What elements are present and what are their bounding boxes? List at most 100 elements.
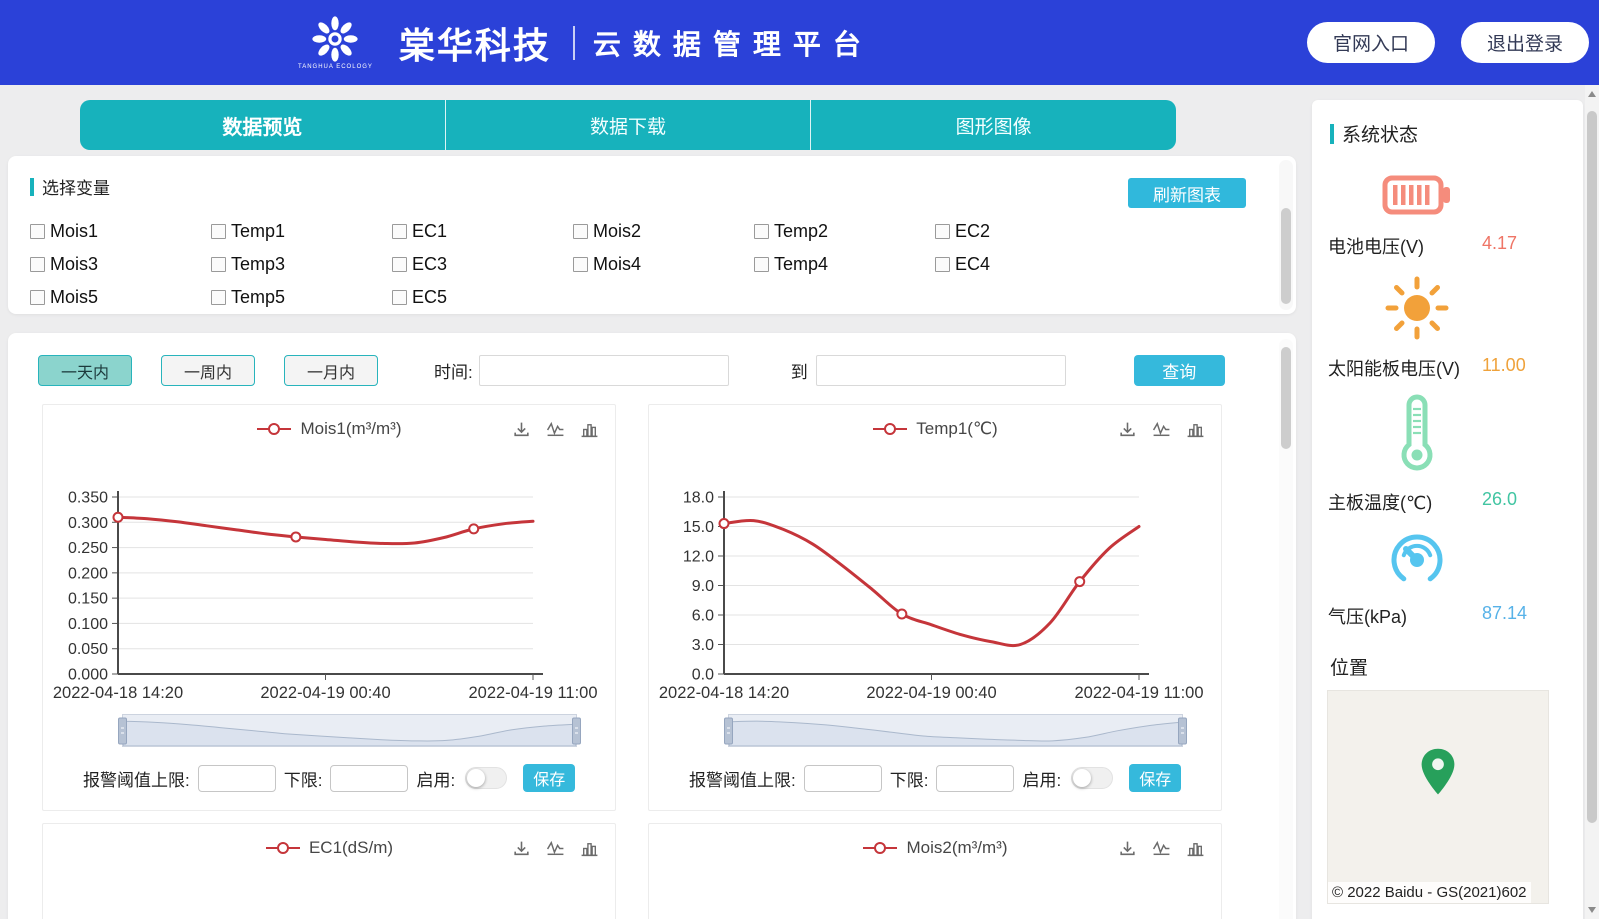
alarm-enable-label: 启用: — [416, 766, 455, 791]
save-image-icon[interactable] — [1118, 839, 1137, 858]
save-button[interactable]: 保存 — [523, 764, 575, 792]
save-image-icon[interactable] — [512, 420, 531, 439]
variable-checkbox-ec4[interactable]: EC4 — [935, 248, 1116, 281]
chart-legend[interactable] — [872, 422, 908, 436]
alarm-upper-input[interactable] — [198, 765, 276, 792]
checkbox-input-temp4[interactable] — [754, 257, 769, 272]
svg-text:2022-04-19 00:40: 2022-04-19 00:40 — [866, 684, 996, 702]
variable-label-ec3: EC3 — [412, 254, 447, 275]
gauge-icon-wrap — [1312, 527, 1522, 589]
chart-title: Mois1(m³/m³) — [300, 419, 401, 439]
chart-legend[interactable] — [265, 841, 301, 855]
svg-text:0.050: 0.050 — [68, 641, 108, 658]
variable-checkbox-ec3[interactable]: EC3 — [392, 248, 573, 281]
bar-chart-icon[interactable] — [1186, 420, 1205, 439]
chart-legend[interactable] — [862, 841, 898, 855]
slider-handle-right[interactable] — [572, 717, 581, 744]
range-button-1[interactable]: 一天内 — [38, 355, 132, 386]
checkbox-input-ec5[interactable] — [392, 290, 407, 305]
slider-handle-left[interactable] — [118, 717, 127, 744]
checkbox-input-temp1[interactable] — [211, 224, 226, 239]
variable-checkbox-mois5[interactable]: Mois5 — [30, 281, 211, 314]
tab-3[interactable]: 图形图像 — [810, 100, 1176, 150]
official-site-button[interactable]: 官网入口 — [1307, 22, 1435, 63]
query-button[interactable]: 查询 — [1134, 355, 1225, 386]
variable-label-mois2: Mois2 — [593, 221, 641, 242]
datazoom-slider[interactable] — [122, 714, 577, 747]
variable-checkbox-temp3[interactable]: Temp3 — [211, 248, 392, 281]
checkbox-input-mois3[interactable] — [30, 257, 45, 272]
checkbox-input-ec2[interactable] — [935, 224, 950, 239]
time-to-input[interactable] — [816, 355, 1066, 386]
scroll-down-arrow-icon[interactable] — [1588, 907, 1596, 913]
checkbox-input-mois1[interactable] — [30, 224, 45, 239]
variable-label-ec2: EC2 — [955, 221, 990, 242]
variable-checkbox-temp2[interactable]: Temp2 — [754, 215, 935, 248]
variable-label-temp1: Temp1 — [231, 221, 285, 242]
variable-checkbox-temp4[interactable]: Temp4 — [754, 248, 935, 281]
enable-toggle[interactable] — [1071, 767, 1113, 789]
variable-checkbox-mois2[interactable]: Mois2 — [573, 215, 754, 248]
battery-voltage-value: 4.17 — [1482, 233, 1517, 254]
variable-checkbox-temp1[interactable]: Temp1 — [211, 215, 392, 248]
save-image-icon[interactable] — [1118, 420, 1137, 439]
line-chart-icon[interactable] — [1152, 420, 1171, 439]
scroll-up-arrow-icon[interactable] — [1588, 91, 1596, 97]
checkbox-input-mois4[interactable] — [573, 257, 588, 272]
save-image-icon[interactable] — [512, 839, 531, 858]
charts-panel-scrollbar[interactable] — [1279, 339, 1293, 919]
page-scrollbar-thumb[interactable] — [1587, 111, 1597, 823]
variable-checkbox-mois1[interactable]: Mois1 — [30, 215, 211, 248]
variable-checkbox-ec1[interactable]: EC1 — [392, 215, 573, 248]
thermometer-icon-wrap — [1312, 393, 1522, 475]
slider-handle-left[interactable] — [724, 717, 733, 744]
datazoom-slider[interactable] — [728, 714, 1183, 747]
checkbox-input-temp5[interactable] — [211, 290, 226, 305]
chart-title: Temp1(℃) — [916, 419, 997, 439]
location-map[interactable]: © 2022 Baidu - GS(2021)602 — [1327, 690, 1549, 904]
variable-panel-scrollbar-thumb[interactable] — [1281, 208, 1291, 304]
range-button-2[interactable]: 一周内 — [161, 355, 255, 386]
tab-2[interactable]: 数据下载 — [445, 100, 811, 150]
variable-checkbox-temp5[interactable]: Temp5 — [211, 281, 392, 314]
checkbox-input-ec4[interactable] — [935, 257, 950, 272]
save-button[interactable]: 保存 — [1129, 764, 1181, 792]
logout-button[interactable]: 退出登录 — [1461, 22, 1589, 63]
chart-card-2: Temp1(℃)18.015.012.09.06.03.00.02022-04-… — [648, 404, 1222, 811]
variable-label-mois1: Mois1 — [50, 221, 98, 242]
enable-toggle[interactable] — [465, 767, 507, 789]
map-attribution: © 2022 Baidu - GS(2021)602 — [1328, 882, 1531, 903]
line-chart-icon[interactable] — [546, 420, 565, 439]
alarm-upper-input[interactable] — [804, 765, 882, 792]
charts-panel-scrollbar-thumb[interactable] — [1281, 347, 1291, 449]
range-button-3[interactable]: 一月内 — [284, 355, 378, 386]
line-chart-icon[interactable] — [546, 839, 565, 858]
slider-handle-right[interactable] — [1178, 717, 1187, 744]
bar-chart-icon[interactable] — [1186, 839, 1205, 858]
bar-chart-icon[interactable] — [580, 839, 599, 858]
svg-text:2022-04-19 11:00: 2022-04-19 11:00 — [1074, 684, 1203, 702]
checkbox-input-temp2[interactable] — [754, 224, 769, 239]
checkbox-input-ec1[interactable] — [392, 224, 407, 239]
variable-checkbox-ec5[interactable]: EC5 — [392, 281, 573, 314]
checkbox-input-temp3[interactable] — [211, 257, 226, 272]
time-from-label: 时间: — [434, 358, 473, 383]
alarm-lower-input[interactable] — [936, 765, 1014, 792]
alarm-lower-input[interactable] — [330, 765, 408, 792]
time-from-input[interactable] — [479, 355, 729, 386]
variable-panel-scrollbar[interactable] — [1279, 160, 1293, 310]
bar-chart-icon[interactable] — [580, 420, 599, 439]
checkbox-input-mois5[interactable] — [30, 290, 45, 305]
chart-legend[interactable] — [256, 422, 292, 436]
checkbox-input-mois2[interactable] — [573, 224, 588, 239]
solar-voltage-value: 11.00 — [1482, 355, 1526, 376]
variable-checkbox-mois4[interactable]: Mois4 — [573, 248, 754, 281]
variable-checkbox-ec2[interactable]: EC2 — [935, 215, 1116, 248]
tab-1[interactable]: 数据预览 — [80, 100, 445, 150]
variable-checkbox-mois3[interactable]: Mois3 — [30, 248, 211, 281]
refresh-charts-button[interactable]: 刷新图表 — [1128, 178, 1246, 208]
line-chart-icon[interactable] — [1152, 839, 1171, 858]
svg-text:6.0: 6.0 — [692, 608, 714, 625]
checkbox-input-ec3[interactable] — [392, 257, 407, 272]
page-scrollbar[interactable] — [1585, 85, 1599, 919]
